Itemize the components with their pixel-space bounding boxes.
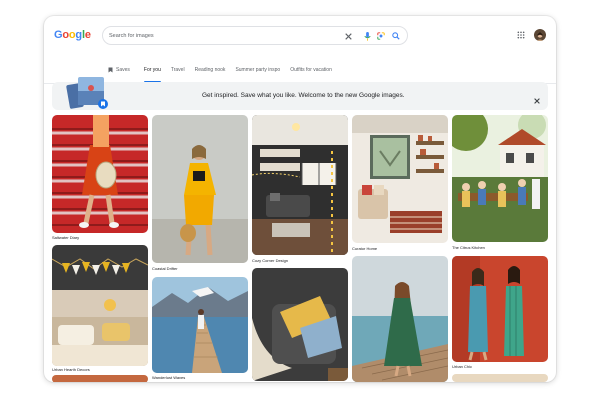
image-card[interactable] — [452, 256, 548, 362]
banner-text: Get inspired. Save what you like. Welcom… — [202, 92, 405, 99]
search-icon[interactable] — [391, 31, 401, 41]
tab-summer-party-inspo[interactable]: Summer party inspo — [235, 56, 280, 83]
image-card[interactable] — [452, 374, 548, 382]
image-card[interactable] — [452, 115, 548, 242]
card-caption: The Citrus Kitchen — [452, 245, 485, 250]
image-card[interactable] — [252, 268, 348, 381]
tab-bar: Saves For you Travel Reading nook Summer… — [108, 56, 342, 83]
card-caption: Curator Home — [352, 246, 378, 251]
tab-label: Reading nook — [194, 66, 226, 73]
card-caption: Urban Chic — [452, 364, 473, 369]
tab-label: Travel — [170, 66, 185, 73]
google-logo[interactable]: Google — [54, 29, 91, 41]
image-card[interactable] — [52, 115, 148, 233]
image-card[interactable] — [352, 256, 448, 382]
image-card[interactable] — [152, 277, 248, 373]
search-bar — [102, 26, 408, 45]
image-card[interactable] — [152, 115, 248, 263]
logo-letter: e — [84, 29, 91, 41]
close-icon[interactable] — [343, 31, 353, 41]
banner-illustration — [66, 76, 114, 110]
card-caption: Wanderlust Waves — [152, 375, 186, 380]
close-icon[interactable] — [533, 92, 541, 104]
mic-icon[interactable] — [362, 31, 372, 41]
tab-for-you[interactable]: For you — [143, 56, 161, 83]
bookmark-icon — [108, 67, 113, 72]
apps-grid-icon[interactable] — [516, 30, 526, 40]
tab-label: Summer party inspo — [235, 66, 281, 73]
image-card[interactable] — [52, 375, 148, 382]
header: Google — [44, 16, 556, 56]
avatar[interactable] — [534, 29, 546, 41]
card-caption: Urban Hearth Decors — [52, 367, 90, 372]
search-input[interactable] — [109, 29, 329, 43]
image-card[interactable] — [52, 245, 148, 366]
tab-outfits-for-vacation[interactable]: Outfits for vacation — [290, 56, 332, 83]
card-caption: Saltwater Diary — [52, 235, 80, 240]
logo-letter: G — [54, 29, 63, 41]
card-caption: Coastal Drifter — [152, 266, 178, 271]
image-card[interactable] — [252, 115, 348, 255]
tab-reading-nook[interactable]: Reading nook — [195, 56, 226, 83]
tab-travel[interactable]: Travel — [171, 56, 185, 83]
tab-label: Saves — [116, 66, 130, 73]
lens-icon[interactable] — [376, 31, 386, 41]
browser-window: Google Sa — [44, 16, 556, 382]
image-card[interactable] — [352, 115, 448, 243]
tab-label: Outfits for vacation — [290, 66, 332, 73]
tab-label: For you — [143, 66, 161, 73]
welcome-banner: Get inspired. Save what you like. Welcom… — [52, 82, 548, 110]
card-caption: Cozy Corner Design — [252, 258, 289, 263]
